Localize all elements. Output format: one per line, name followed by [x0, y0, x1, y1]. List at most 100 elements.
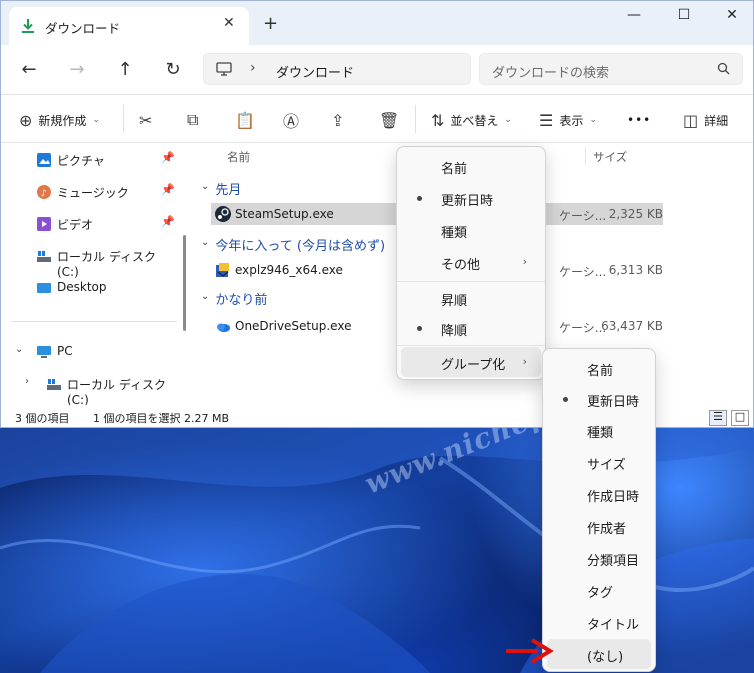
selection-info: 1 個の項目を選択 2.27 MB [93, 412, 230, 425]
sidebar-item-pictures[interactable]: ピクチャ 📌 [1, 147, 177, 173]
sidebar-item-videos[interactable]: ビデオ 📌 [1, 211, 177, 237]
group-by-name[interactable]: 名前 [547, 353, 651, 383]
menu-item-label: 昇順 [441, 294, 468, 309]
column-header-size[interactable]: サイズ [593, 149, 627, 165]
sidebar-scrollbar[interactable] [183, 235, 186, 331]
group-by[interactable]: グループ化 › [401, 347, 541, 377]
group-by-type[interactable]: 種類 [547, 415, 651, 445]
sort-menu: 名前 更新日時 種類 その他 › 昇順 降順 グループ化 › [396, 146, 546, 380]
share-button[interactable]: ⇪ [331, 109, 344, 131]
sort-more[interactable]: その他 › [401, 247, 541, 277]
menu-divider [397, 345, 545, 346]
delete-button[interactable]: 🗑 [379, 109, 399, 131]
sidebar-item-label: ビデオ [57, 218, 94, 232]
chevron-right-icon[interactable]: › [25, 376, 29, 387]
paste-button[interactable]: 📋 [235, 109, 255, 131]
up-button[interactable]: ↑ [113, 59, 137, 80]
sort-descending[interactable]: 降順 [401, 313, 541, 343]
menu-item-label: 更新日時 [441, 194, 494, 209]
close-button[interactable]: ✕ [717, 7, 747, 23]
pin-icon: 📌 [161, 215, 175, 228]
menu-item-label: 作成者 [587, 522, 627, 537]
search-icon [717, 62, 730, 78]
sort-by-name[interactable]: 名前 [401, 151, 541, 181]
share-icon: ⇪ [331, 110, 345, 130]
sidebar-item-local-disk[interactable]: ローカル ディスク (C:) [1, 243, 177, 279]
forward-button[interactable]: → [65, 59, 89, 80]
menu-item-label: 降順 [441, 324, 468, 339]
group-by-size[interactable]: サイズ [547, 447, 651, 477]
sort-button-label: 並べ替え [450, 113, 499, 128]
rename-button[interactable]: Ⓐ [283, 109, 299, 131]
group-by-author[interactable]: 作成者 [547, 511, 651, 541]
group-label: かなり前 [215, 293, 268, 308]
sidebar-item-desktop[interactable]: Desktop [1, 275, 177, 301]
annotation-arrow-icon [506, 638, 554, 664]
new-button[interactable]: ⊕ 新規作成 ⌄ [19, 109, 100, 131]
video-icon [37, 217, 51, 231]
sort-by-modified[interactable]: 更新日時 [401, 183, 541, 213]
sort-button[interactable]: ⇅ 並べ替え ⌄ [431, 109, 512, 131]
more-options-button[interactable]: ••• [627, 109, 651, 131]
selected-bullet-icon [563, 397, 568, 402]
paste-icon: 📋 [235, 110, 255, 130]
new-tab-button[interactable]: + [263, 13, 278, 34]
group-by-none[interactable]: (なし) [547, 639, 651, 669]
rename-icon: Ⓐ [283, 112, 300, 131]
menu-item-label: 名前 [441, 162, 468, 177]
chevron-down-icon: ⌄ [589, 115, 597, 125]
group-header[interactable]: ⌄ かなり前 [201, 289, 267, 308]
chevron-down-icon[interactable]: ⌄ [15, 344, 23, 355]
tab-title: ダウンロード [45, 21, 121, 36]
chevron-down-icon: ⌄ [201, 291, 210, 302]
new-button-label: 新規作成 [38, 113, 87, 128]
address-bar[interactable]: › ダウンロード [203, 53, 471, 85]
sidebar-divider [11, 321, 177, 322]
breadcrumb-downloads[interactable]: ダウンロード [276, 62, 354, 81]
search-box[interactable]: ダウンロードの検索 [479, 53, 743, 85]
cut-button[interactable]: ✂ [139, 109, 152, 131]
close-tab-icon[interactable]: ✕ [223, 15, 235, 31]
group-by-category[interactable]: 分類項目 [547, 543, 651, 573]
drive-icon [47, 377, 61, 391]
copy-button[interactable]: ⧉ [187, 109, 198, 131]
breadcrumb-separator: › [250, 60, 256, 76]
group-by-created[interactable]: 作成日時 [547, 479, 651, 509]
menu-item-label: その他 [441, 258, 481, 273]
file-name: OneDriveSetup.exe [235, 319, 352, 333]
column-header-name[interactable]: 名前 [227, 149, 250, 165]
sort-by-type[interactable]: 種類 [401, 215, 541, 245]
minimize-button[interactable]: — [619, 7, 649, 23]
menu-item-label: タイトル [587, 618, 640, 633]
chevron-right-icon: › [522, 255, 527, 268]
view-button-label: 表示 [559, 113, 584, 128]
tiles-view-icon[interactable]: □ [731, 410, 749, 426]
pin-icon: 📌 [161, 151, 175, 164]
sidebar-item-music[interactable]: ♪ ミュージック 📌 [1, 179, 177, 205]
scissors-icon: ✂ [139, 110, 153, 130]
menu-divider [397, 281, 545, 282]
group-header[interactable]: ⌄ 先月 [201, 179, 241, 198]
sidebar-item-local-disk-tree[interactable]: › ローカル ディスク (C:) [1, 371, 177, 407]
group-by-tags[interactable]: タグ [547, 575, 651, 605]
group-by-title[interactable]: タイトル [547, 607, 651, 637]
sort-ascending[interactable]: 昇順 [401, 283, 541, 313]
maximize-button[interactable]: ☐ [669, 7, 699, 23]
back-button[interactable]: ← [17, 59, 41, 80]
svg-text:♪: ♪ [41, 189, 47, 199]
menu-item-label: 更新日時 [587, 395, 640, 410]
group-by-modified[interactable]: 更新日時 [547, 384, 651, 414]
group-header[interactable]: ⌄ 今年に入って (今月は含めず) [201, 235, 385, 254]
refresh-button[interactable]: ↻ [161, 59, 185, 80]
sidebar-item-pc[interactable]: ⌄ PC [1, 339, 177, 365]
details-button-label: 詳細 [704, 113, 729, 128]
trash-icon: 🗑 [379, 110, 400, 130]
details-pane-button[interactable]: ◫ 詳細 [683, 109, 728, 131]
file-type: ケーシ... [559, 209, 607, 223]
details-view-icon[interactable]: ☰ [709, 410, 727, 426]
file-size: 63,437 KB [601, 319, 663, 333]
toolbar-divider [415, 105, 416, 133]
view-button[interactable]: ☰ 表示 ⌄ [539, 109, 597, 131]
sidebar-item-label: Desktop [57, 280, 107, 294]
tab-downloads[interactable]: ダウンロード ✕ [9, 7, 249, 45]
